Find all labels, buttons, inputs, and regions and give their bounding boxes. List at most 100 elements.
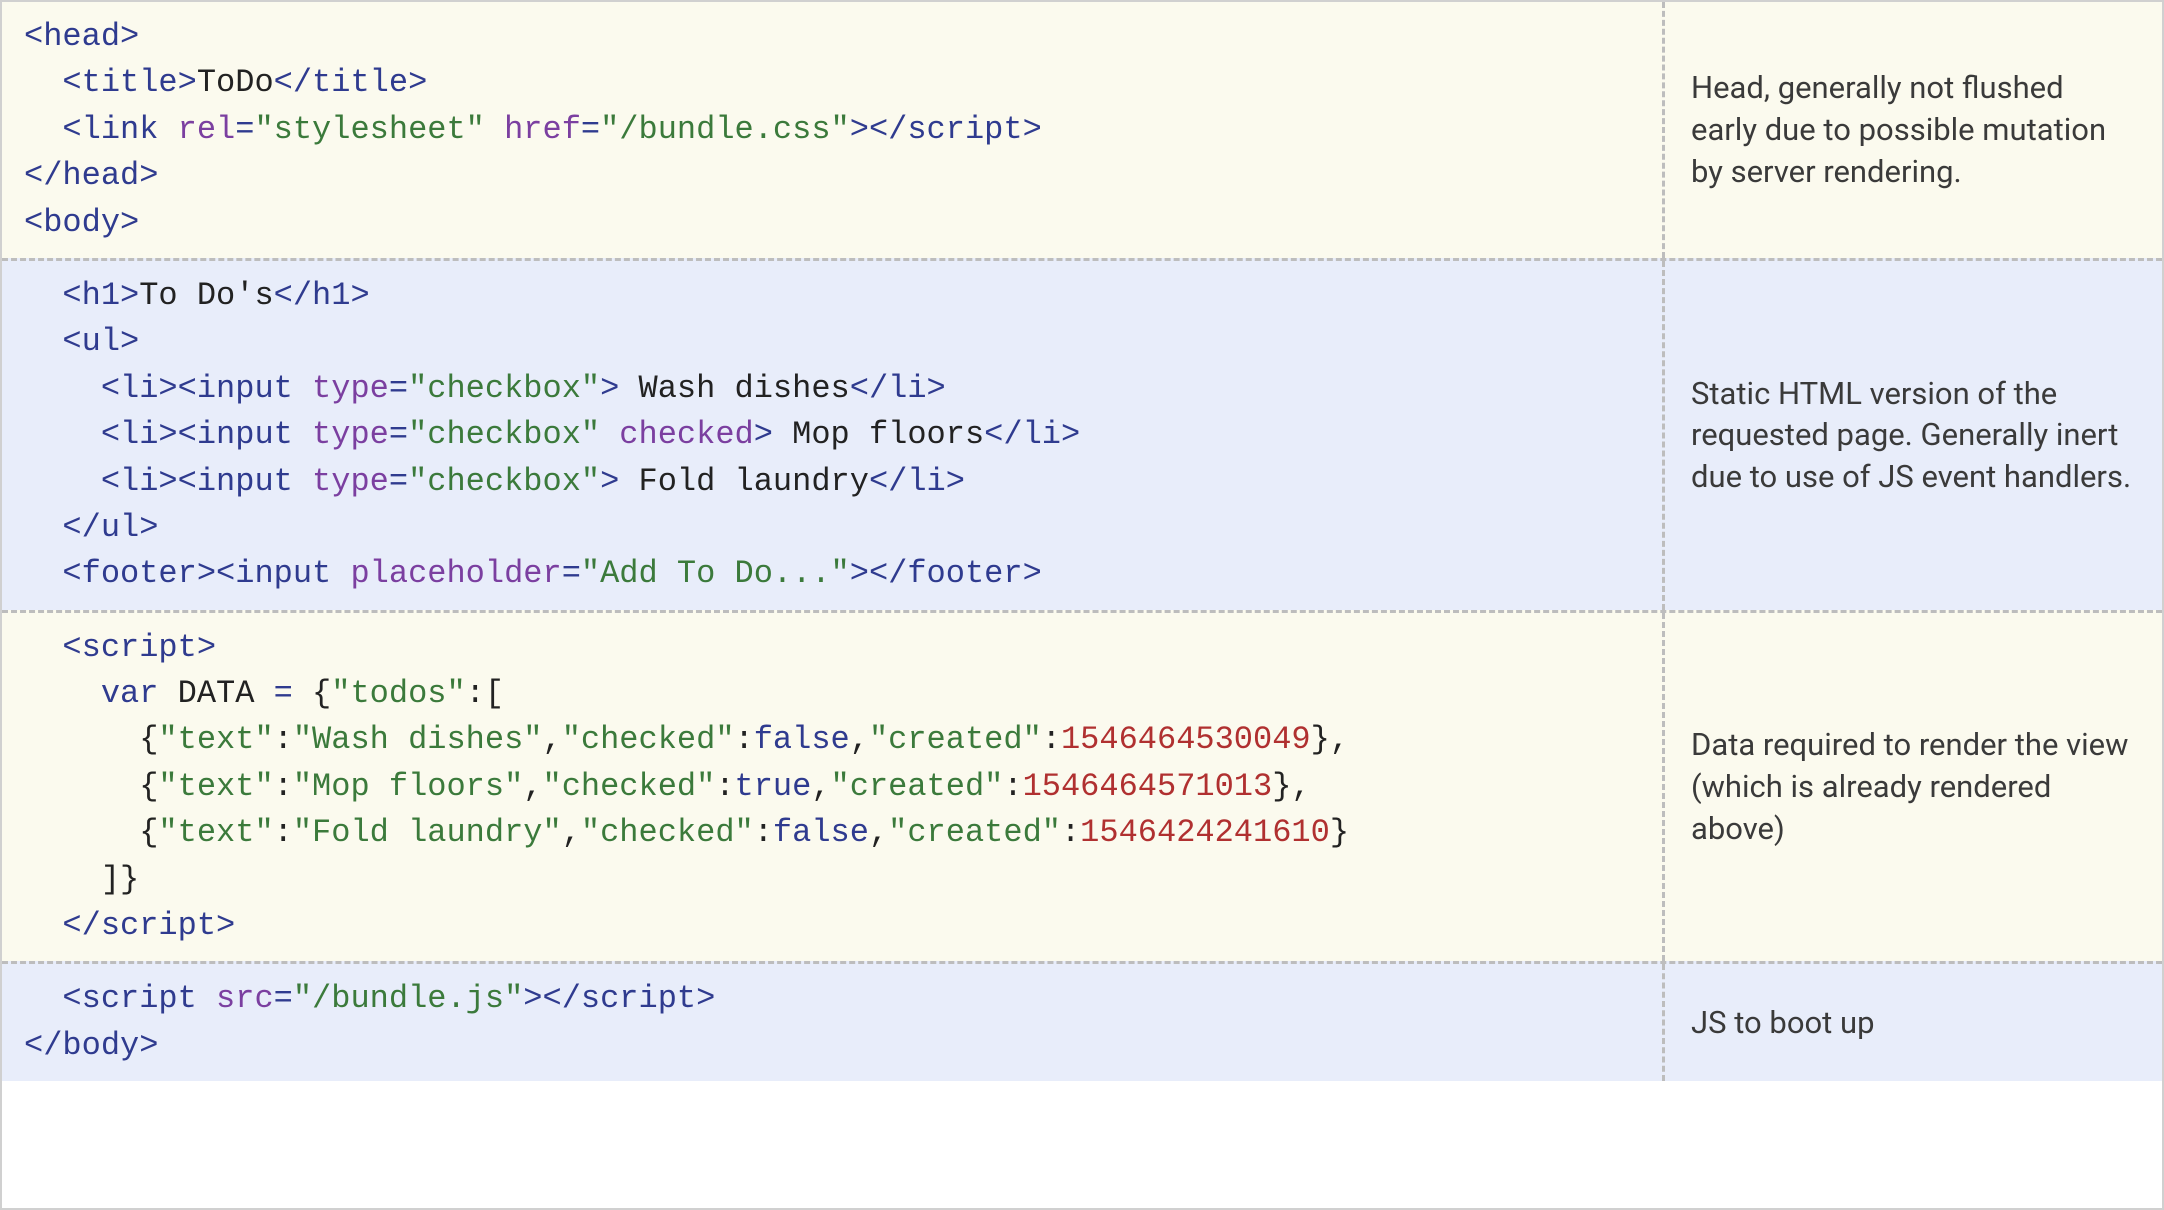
code-token: var bbox=[101, 675, 159, 712]
code-token: : bbox=[274, 814, 293, 851]
code-token: > bbox=[600, 370, 619, 407]
code-token: <body> bbox=[24, 204, 139, 241]
code-token: "created" bbox=[869, 721, 1042, 758]
code-token: type bbox=[312, 370, 389, 407]
code-token: <script> bbox=[62, 629, 216, 666]
code-token bbox=[24, 416, 101, 453]
code-token: "checked" bbox=[581, 814, 754, 851]
desc-text: Static HTML version of the requested pag… bbox=[1691, 373, 2136, 499]
code-token: true bbox=[735, 768, 812, 805]
code-token bbox=[24, 721, 139, 758]
code-token bbox=[24, 277, 62, 314]
code-token: = bbox=[274, 980, 293, 1017]
code-token: "Fold laundry" bbox=[293, 814, 562, 851]
desc-text: JS to boot up bbox=[1691, 1002, 1875, 1044]
code-token: = bbox=[562, 555, 581, 592]
code-token: src bbox=[216, 980, 274, 1017]
code-token: }, bbox=[1311, 721, 1349, 758]
code-token: ToDo bbox=[197, 64, 274, 101]
code-token: <li><input bbox=[101, 416, 312, 453]
code-token bbox=[158, 675, 177, 712]
code-token bbox=[24, 861, 101, 898]
code-token: false bbox=[773, 814, 869, 851]
code-token: "created" bbox=[831, 768, 1004, 805]
code-token: </head> bbox=[24, 157, 158, 194]
code-token: : bbox=[715, 768, 734, 805]
code-token: To Do's bbox=[139, 277, 273, 314]
code-token: placeholder bbox=[350, 555, 561, 592]
code-token: "checkbox" bbox=[408, 370, 600, 407]
code-token: rel bbox=[178, 111, 236, 148]
code-token: 1546464571013 bbox=[1023, 768, 1273, 805]
code-token: { bbox=[139, 721, 158, 758]
code-token: "/bundle.css" bbox=[600, 111, 850, 148]
code-token bbox=[24, 64, 62, 101]
code-token: "Wash dishes" bbox=[293, 721, 543, 758]
code-token: }, bbox=[1272, 768, 1310, 805]
code-token: false bbox=[754, 721, 850, 758]
code-token: <head> bbox=[24, 18, 139, 55]
desc-text: Head, generally not flushed early due to… bbox=[1691, 67, 2136, 193]
annotated-code-diagram: <head> <title>ToDo</title> <link rel="st… bbox=[0, 0, 2164, 1210]
code-token: "created" bbox=[888, 814, 1061, 851]
section-head: <head> <title>ToDo</title> <link rel="st… bbox=[2, 2, 2162, 258]
code-token: "checked" bbox=[562, 721, 735, 758]
code-token: href bbox=[504, 111, 581, 148]
code-token: DATA bbox=[178, 675, 255, 712]
code-block-boot: <script src="/bundle.js"></script> </bod… bbox=[2, 964, 1662, 1081]
code-block-head: <head> <title>ToDo</title> <link rel="st… bbox=[2, 2, 1662, 258]
code-token bbox=[24, 629, 62, 666]
code-token: "checkbox" bbox=[408, 463, 600, 500]
code-block-data: <script> var DATA = {"todos":[ {"text":"… bbox=[2, 613, 1662, 962]
code-token: > bbox=[696, 980, 715, 1017]
code-token: checked bbox=[619, 416, 753, 453]
code-token: Wash dishes bbox=[619, 370, 849, 407]
code-token: = bbox=[581, 111, 600, 148]
code-token: :[ bbox=[466, 675, 504, 712]
code-token: ]} bbox=[101, 861, 139, 898]
code-token: <ul> bbox=[62, 323, 139, 360]
code-token: <h1> bbox=[62, 277, 139, 314]
code-token: , bbox=[562, 814, 581, 851]
section-static-html: <h1>To Do's</h1> <ul> <li><input type="c… bbox=[2, 258, 2162, 610]
section-boot: <script src="/bundle.js"></script> </bod… bbox=[2, 961, 2162, 1081]
code-token: ></script bbox=[523, 980, 696, 1017]
code-token: , bbox=[869, 814, 888, 851]
code-token: 1546464530049 bbox=[1061, 721, 1311, 758]
code-token: "Mop floors" bbox=[293, 768, 523, 805]
code-token: = bbox=[389, 463, 408, 500]
code-token bbox=[24, 509, 62, 546]
code-token: </li> bbox=[850, 370, 946, 407]
code-token: = bbox=[274, 675, 293, 712]
code-token: "Add To Do..." bbox=[581, 555, 850, 592]
code-token: "text" bbox=[158, 814, 273, 851]
code-token: <li><input bbox=[101, 370, 312, 407]
code-token bbox=[24, 675, 101, 712]
code-token: > bbox=[1023, 111, 1042, 148]
code-token: : bbox=[754, 814, 773, 851]
code-block-static: <h1>To Do's</h1> <ul> <li><input type="c… bbox=[2, 261, 1662, 610]
code-token: } bbox=[1330, 814, 1349, 851]
code-token: = bbox=[235, 111, 254, 148]
desc-boot: JS to boot up bbox=[1662, 964, 2162, 1081]
code-token: </li> bbox=[984, 416, 1080, 453]
code-token: ></script bbox=[850, 111, 1023, 148]
code-token: > bbox=[754, 416, 773, 453]
code-token: , bbox=[542, 721, 561, 758]
code-token: : bbox=[1061, 814, 1080, 851]
code-token: > bbox=[600, 463, 619, 500]
code-token: </title> bbox=[274, 64, 428, 101]
code-token: > bbox=[216, 907, 235, 944]
code-token: , bbox=[850, 721, 869, 758]
code-token: </script bbox=[62, 907, 216, 944]
code-token: = bbox=[389, 416, 408, 453]
code-token: { bbox=[139, 814, 158, 851]
code-token: "text" bbox=[158, 721, 273, 758]
code-token: Mop floors bbox=[773, 416, 984, 453]
code-token: 1546424241610 bbox=[1080, 814, 1330, 851]
code-token: "stylesheet" bbox=[254, 111, 484, 148]
code-token bbox=[485, 111, 504, 148]
desc-text: Data required to render the view (which … bbox=[1691, 724, 2136, 850]
code-token: "/bundle.js" bbox=[293, 980, 523, 1017]
desc-data: Data required to render the view (which … bbox=[1662, 613, 2162, 962]
